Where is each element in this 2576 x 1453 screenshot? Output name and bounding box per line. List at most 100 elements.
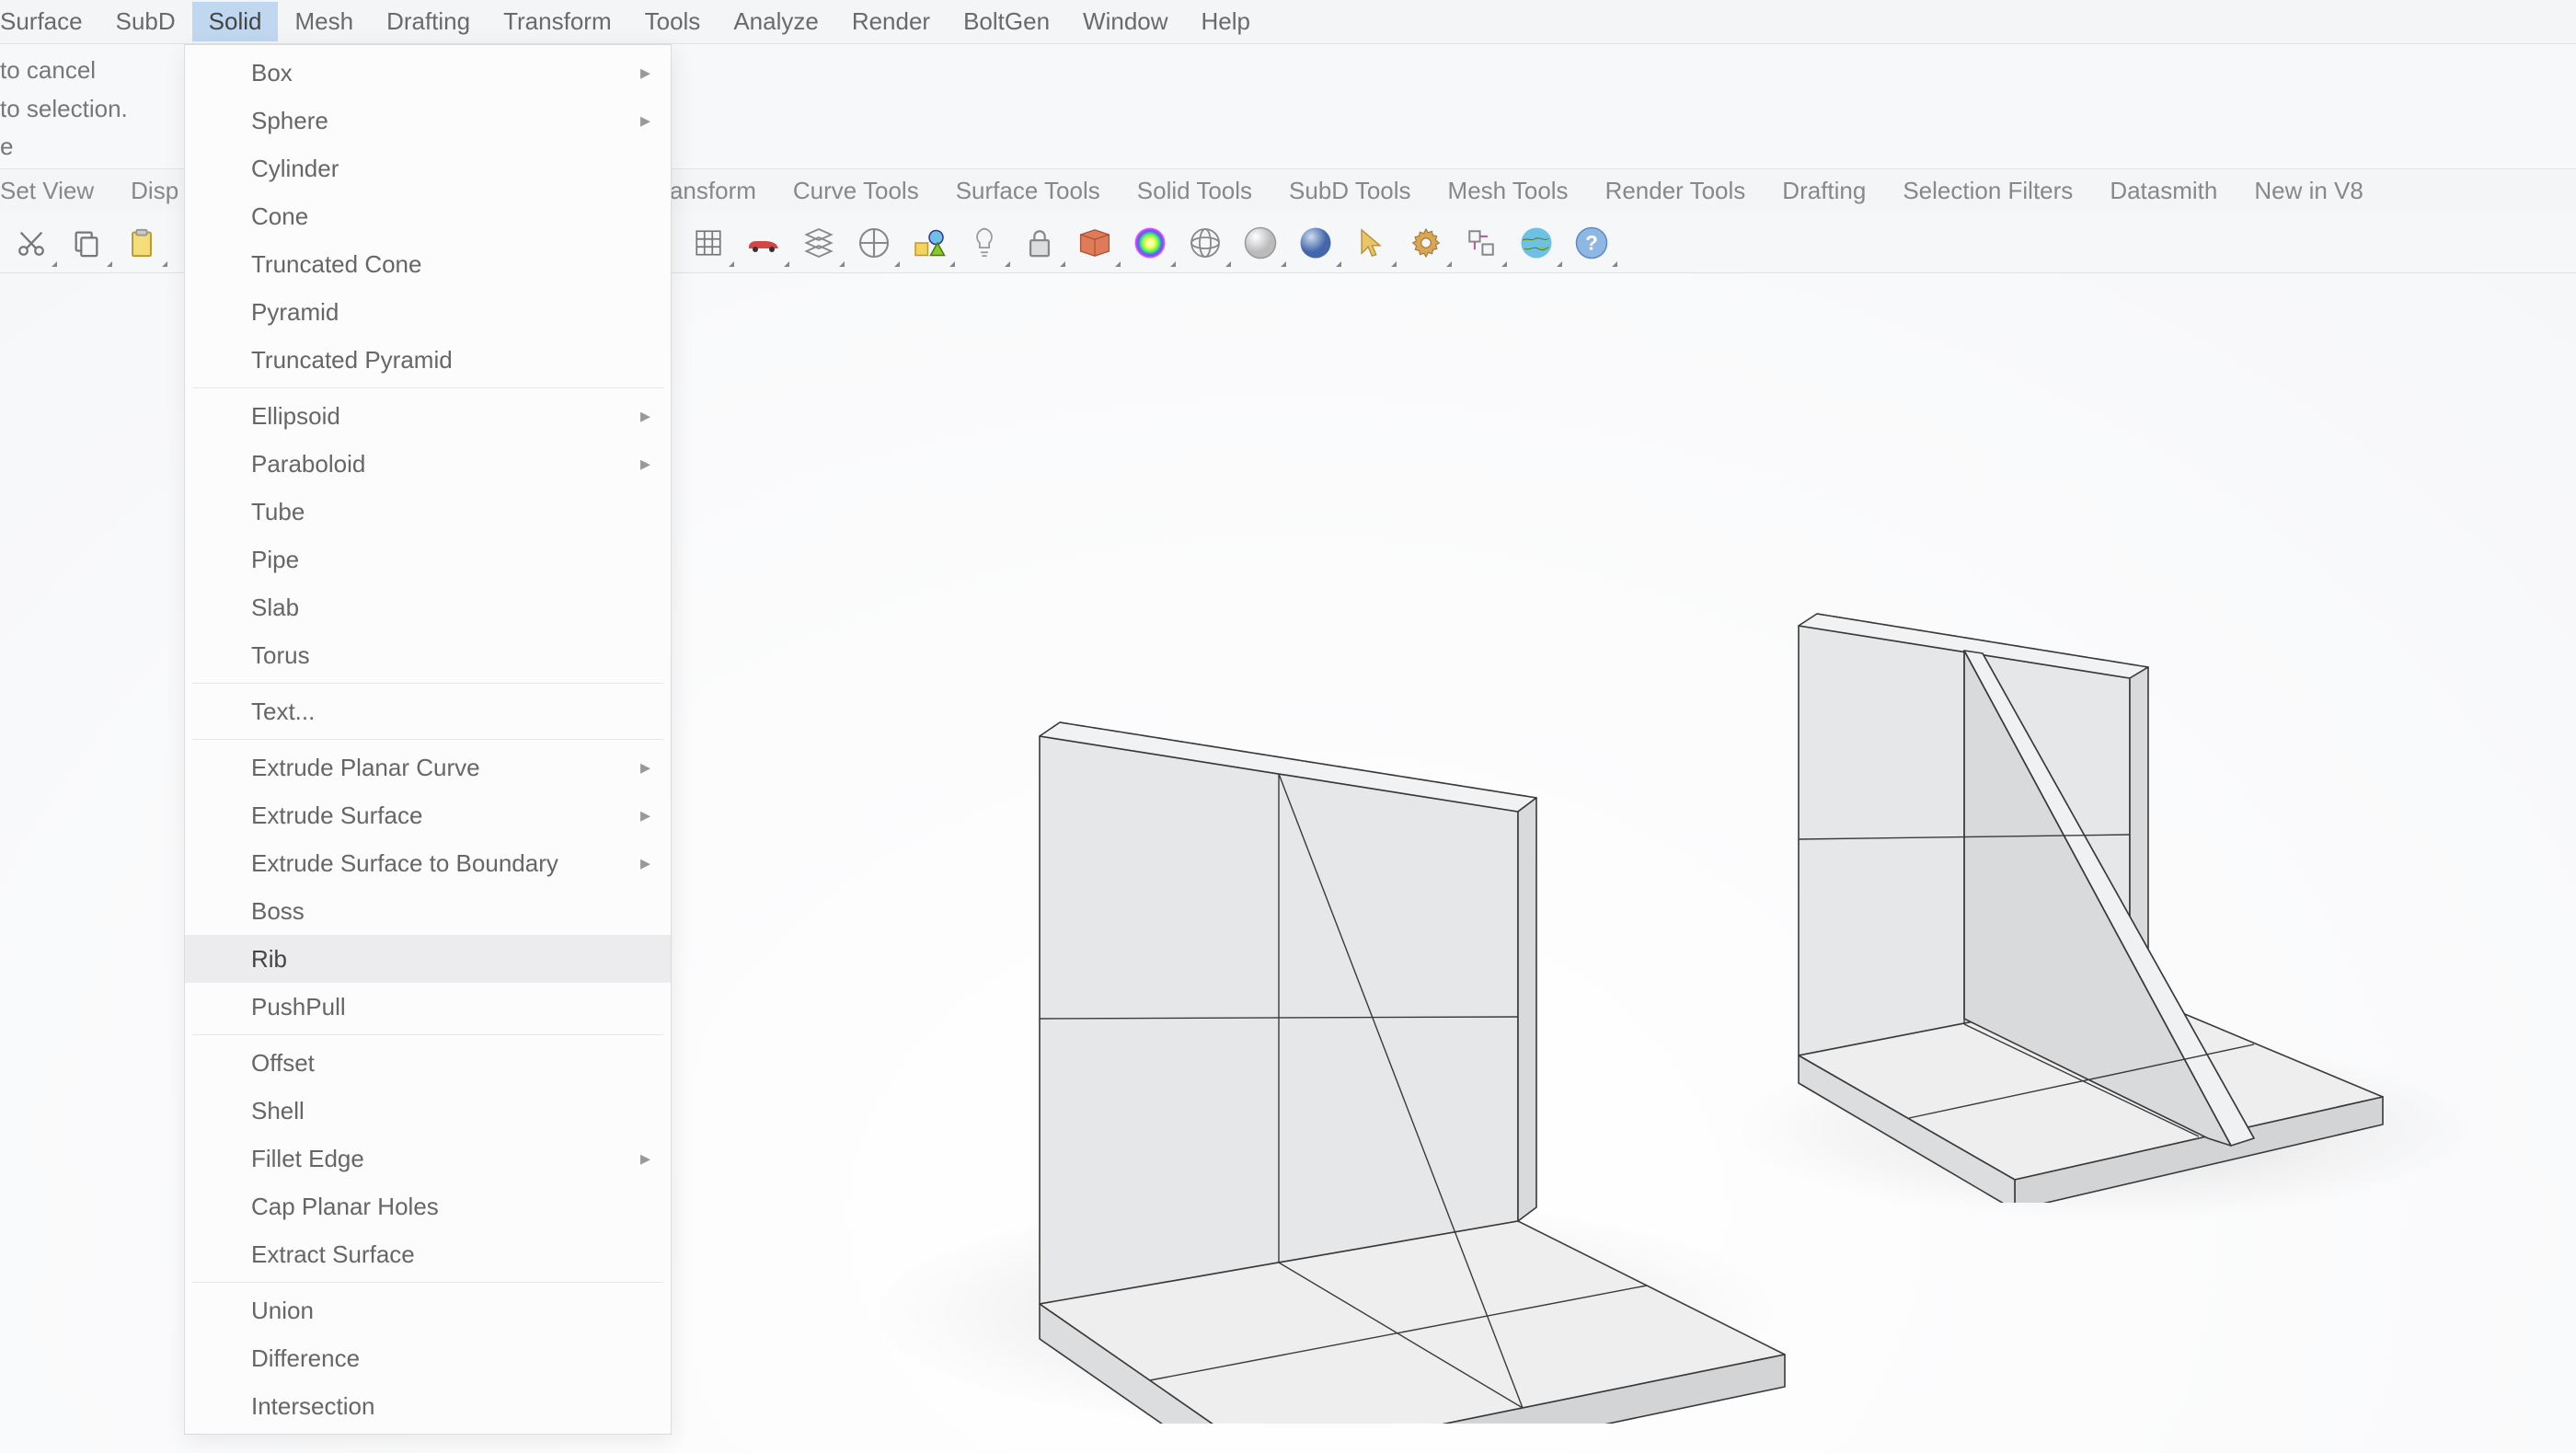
menuitem-boss[interactable]: Boss: [185, 887, 671, 935]
tab-newinv8[interactable]: New in V8: [2236, 171, 2382, 211]
globe-icon[interactable]: [1514, 221, 1558, 265]
menuitem-label: Pyramid: [251, 298, 339, 327]
menu-subd[interactable]: SubD: [99, 2, 192, 41]
iso-icon[interactable]: [852, 221, 896, 265]
align-icon[interactable]: [1459, 221, 1503, 265]
shaded-sphere-icon[interactable]: [1294, 221, 1338, 265]
menuitem-label: Difference: [251, 1344, 360, 1373]
menu-mesh[interactable]: Mesh: [278, 2, 370, 41]
menuitem-cylinder[interactable]: Cylinder: [185, 144, 671, 192]
menuitem-shell[interactable]: Shell: [185, 1087, 671, 1135]
menuitem-label: Box: [251, 59, 293, 87]
menuitem-pipe[interactable]: Pipe: [185, 536, 671, 583]
menuitem-label: Extract Surface: [251, 1240, 415, 1269]
menu-surface[interactable]: Surface: [0, 2, 99, 41]
primitives-icon[interactable]: [907, 221, 951, 265]
gear-icon[interactable]: [1404, 221, 1448, 265]
menuitem-fillet-edge[interactable]: Fillet Edge▸: [185, 1135, 671, 1182]
menu-tools[interactable]: Tools: [628, 2, 718, 41]
info-line-1: to cancel: [0, 52, 128, 90]
menuitem-box[interactable]: Box▸: [185, 49, 671, 97]
menuitem-paraboloid[interactable]: Paraboloid ▸: [185, 440, 671, 488]
info-line-3: e: [0, 128, 128, 167]
grid-icon[interactable]: [686, 221, 730, 265]
submenu-arrow-icon: ▸: [640, 404, 650, 428]
menuitem-truncated-pyramid[interactable]: Truncated Pyramid: [185, 336, 671, 384]
menuitem-union[interactable]: Union: [185, 1286, 671, 1334]
menu-transform[interactable]: Transform: [487, 2, 628, 41]
planes-icon[interactable]: [797, 221, 841, 265]
material-icon[interactable]: [1073, 221, 1117, 265]
menuitem-cap-planar-holes[interactable]: Cap Planar Holes: [185, 1182, 671, 1230]
menuitem-offset[interactable]: Offset: [185, 1039, 671, 1087]
menu-boltgen[interactable]: BoltGen: [947, 2, 1066, 41]
menuitem-label: Paraboloid: [251, 450, 365, 479]
light-icon[interactable]: [962, 221, 1006, 265]
paste-icon[interactable]: [120, 221, 164, 265]
lock-icon[interactable]: [1018, 221, 1062, 265]
tab-selectionfilters[interactable]: Selection Filters: [1884, 171, 2091, 211]
copy-icon[interactable]: [64, 221, 109, 265]
menuitem-extract-surface[interactable]: Extract Surface: [185, 1230, 671, 1278]
submenu-arrow-icon: ▸: [640, 755, 650, 779]
wire-sphere-icon[interactable]: [1183, 221, 1227, 265]
menuitem-difference[interactable]: Difference: [185, 1334, 671, 1382]
tab-curvetools[interactable]: Curve Tools: [775, 171, 937, 211]
car-icon[interactable]: [742, 221, 786, 265]
menuitem-label: Ellipsoid: [251, 402, 340, 431]
tab-datasmith[interactable]: Datasmith: [2091, 171, 2236, 211]
menu-render[interactable]: Render: [835, 2, 947, 41]
menu-window[interactable]: Window: [1066, 2, 1184, 41]
info-line-2: to selection.: [0, 90, 128, 129]
menu-analyze[interactable]: Analyze: [717, 2, 835, 41]
menuitem-label: Extrude Surface: [251, 801, 422, 830]
tab-subdtools[interactable]: SubD Tools: [1271, 171, 1430, 211]
menu-bar: Surface SubD Solid Mesh Drafting Transfo…: [0, 0, 2576, 44]
model-left-bracket: [975, 706, 1803, 1424]
menuitem-tube[interactable]: Tube: [185, 488, 671, 536]
menu-separator: [192, 1282, 663, 1283]
menu-solid[interactable]: Solid: [192, 2, 279, 41]
model-right-bracket: [1739, 595, 2438, 1203]
menuitem-pyramid[interactable]: Pyramid: [185, 288, 671, 336]
menuitem-truncated-cone[interactable]: Truncated Cone: [185, 240, 671, 288]
help-icon[interactable]: ?: [1570, 221, 1614, 265]
submenu-arrow-icon: ▸: [640, 803, 650, 827]
solid-menu-dropdown: Box▸ Sphere▸ Cylinder Cone Truncated Con…: [184, 44, 672, 1435]
menuitem-torus[interactable]: Torus: [185, 631, 671, 679]
menuitem-label: PushPull: [251, 993, 346, 1021]
sphere-icon[interactable]: [1238, 221, 1282, 265]
menuitem-label: Fillet Edge: [251, 1145, 364, 1173]
tab-drafting[interactable]: Drafting: [1764, 171, 1884, 211]
menu-separator: [192, 739, 663, 740]
menuitem-sphere[interactable]: Sphere▸: [185, 97, 671, 144]
menuitem-extrude-surface-boundary[interactable]: Extrude Surface to Boundary▸: [185, 839, 671, 887]
menuitem-label: Cylinder: [251, 155, 339, 183]
menu-help[interactable]: Help: [1185, 2, 1267, 41]
cursor-icon[interactable]: [1349, 221, 1393, 265]
tab-surfacetools[interactable]: Surface Tools: [937, 171, 1119, 211]
menuitem-slab[interactable]: Slab: [185, 583, 671, 631]
menu-separator: [192, 387, 663, 388]
menuitem-label: Text...: [251, 698, 315, 726]
tab-rendertools[interactable]: Render Tools: [1587, 171, 1765, 211]
menuitem-ellipsoid[interactable]: Ellipsoid ▸: [185, 392, 671, 440]
menuitem-rib[interactable]: Rib: [185, 935, 671, 983]
menuitem-extrude-surface[interactable]: Extrude Surface ▸: [185, 791, 671, 839]
tab-solidtools[interactable]: Solid Tools: [1119, 171, 1271, 211]
submenu-arrow-icon: ▸: [640, 452, 650, 476]
menuitem-intersection[interactable]: Intersection: [185, 1382, 671, 1430]
menu-drafting[interactable]: Drafting: [370, 2, 487, 41]
menuitem-extrude-planar-curve[interactable]: Extrude Planar Curve▸: [185, 744, 671, 791]
cut-icon[interactable]: [9, 221, 53, 265]
menuitem-label: Truncated Cone: [251, 250, 421, 279]
menuitem-text[interactable]: Text...: [185, 687, 671, 735]
menuitem-pushpull[interactable]: PushPull: [185, 983, 671, 1031]
tab-setview[interactable]: Set View: [0, 171, 112, 211]
menuitem-label: Sphere: [251, 107, 328, 135]
rainbow-icon[interactable]: [1128, 221, 1172, 265]
menuitem-label: Offset: [251, 1049, 315, 1078]
tab-meshtools[interactable]: Mesh Tools: [1430, 171, 1587, 211]
menuitem-label: Cone: [251, 202, 308, 231]
menuitem-cone[interactable]: Cone: [185, 192, 671, 240]
